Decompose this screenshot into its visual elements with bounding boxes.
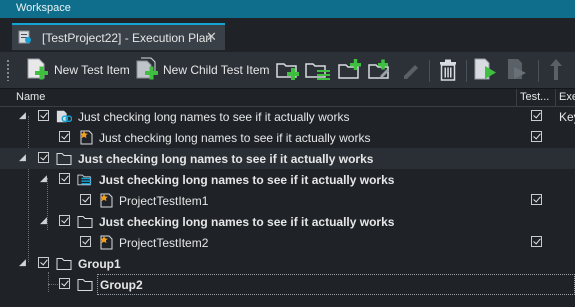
row-checkbox[interactable] [80,236,91,247]
extra-column-value: Key [559,110,575,124]
folder-icon [56,258,72,270]
new-child-test-item-label: New Child Test Item [163,63,270,77]
test-item-icon [80,130,93,145]
window-title: Workspace [16,2,71,14]
row-label: Just checking long names to see if it ac… [78,110,350,124]
table-row[interactable]: ProjectTestItem1 [0,190,575,211]
test-column-checkbox[interactable] [531,131,542,142]
column-header: Name Test... Exe [0,89,575,107]
folder-icon [56,153,72,165]
run-selected-button[interactable] [504,57,530,83]
new-test-item-icon [27,58,48,80]
row-label: Just checking long names to see if it ac… [78,152,374,166]
execution-plan-tree: ◢ Just checking long names to see if it … [0,106,575,307]
test-column-checkbox[interactable] [531,194,542,205]
table-row[interactable]: ProjectTestItem2 [0,232,575,253]
new-test-item-button[interactable]: New Test Item [26,57,132,83]
collapse-arrow-icon[interactable]: ◢ [19,258,28,267]
delete-button[interactable] [436,57,460,83]
new-test-item-label: New Test Item [54,63,130,77]
toolbar-separator [538,60,539,82]
column-divider[interactable] [555,89,556,106]
new-list-folder-icon [305,63,330,80]
document-tab-strip: [TestProject22] - Execution Plan ✕ [0,18,575,52]
tree-guide-line [48,272,49,292]
column-divider[interactable] [516,89,517,106]
row-checkbox[interactable] [38,152,49,163]
move-up-button[interactable] [547,57,565,83]
collapse-arrow-icon[interactable]: ◢ [19,153,28,162]
execution-plan-icon [18,30,31,44]
collapse-arrow-icon[interactable]: ◢ [40,174,49,183]
collapse-arrow-icon[interactable]: ◢ [19,111,28,120]
tab-execution-plan[interactable]: [TestProject22] - Execution Plan ✕ [12,23,225,50]
row-checkbox[interactable] [59,278,70,289]
table-row[interactable]: ◢ Just checking long names to see if it … [0,169,575,190]
new-linked-folder-button[interactable] [336,57,364,83]
new-folder-edit-button[interactable] [366,57,394,83]
row-checkbox[interactable] [38,110,49,121]
column-name-header[interactable]: Name [16,91,45,103]
row-checkbox[interactable] [59,215,70,226]
tab-title: [TestProject22] - Execution Plan [42,31,213,45]
new-linked-folder-icon [338,59,361,79]
row-label: Group1 [78,257,121,271]
row-label: Group2 [100,278,143,292]
table-row[interactable]: ◢ Just checking long names to see if it … [0,211,575,232]
trash-icon [440,59,456,81]
new-folder-button[interactable] [275,57,301,83]
folder-icon [77,279,93,291]
table-row[interactable]: ◢ Group1 [0,253,575,274]
table-row[interactable]: ◢ Just checking long names to see if it … [0,148,575,169]
toolbar: New Test Item New Child Test Item [0,52,575,89]
test-item-icon [100,193,113,208]
row-label: ProjectTestItem2 [119,236,209,250]
table-row[interactable]: ◢ Just checking long names to see if it … [0,106,575,127]
table-row[interactable]: Group2 [97,274,575,295]
new-child-test-item-icon [136,57,158,80]
column-extra-header[interactable]: Exe [559,91,575,103]
row-label: Just checking long names to see if it ac… [99,173,395,187]
toolbar-separator [429,60,430,82]
row-checkbox[interactable] [59,131,70,142]
window-title-bar: Workspace [0,0,575,18]
close-tab-icon[interactable]: ✕ [206,29,217,45]
row-label: ProjectTestItem1 [119,194,209,208]
run-icon [474,58,496,80]
test-column-checkbox[interactable] [531,236,542,247]
run-button[interactable] [473,57,499,83]
linked-test-item-icon [56,110,72,123]
test-item-icon [100,235,113,250]
row-label: Just checking long names to see if it ac… [99,131,371,145]
rename-button[interactable] [400,57,422,83]
arrow-up-icon [550,59,562,80]
new-list-folder-button[interactable] [304,57,332,83]
folder-icon [77,216,93,228]
row-checkbox[interactable] [59,173,70,184]
pencil-icon [404,65,418,79]
new-folder-icon [276,63,299,80]
toolbar-separator [466,60,467,82]
new-folder-edit-icon [368,59,389,79]
new-child-test-item-button[interactable]: New Child Test Item [135,57,271,83]
toolbar-grip[interactable] [6,59,10,81]
row-label: Just checking long names to see if it ac… [99,215,395,229]
row-checkbox[interactable] [80,194,91,205]
run-selected-icon [508,59,526,79]
table-row[interactable]: Just checking long names to see if it ac… [0,127,575,148]
test-column-checkbox[interactable] [531,110,542,121]
row-checkbox[interactable] [38,257,49,268]
list-folder-icon [77,174,92,186]
column-test-header[interactable]: Test... [520,91,549,103]
collapse-arrow-icon[interactable]: ◢ [40,216,49,225]
